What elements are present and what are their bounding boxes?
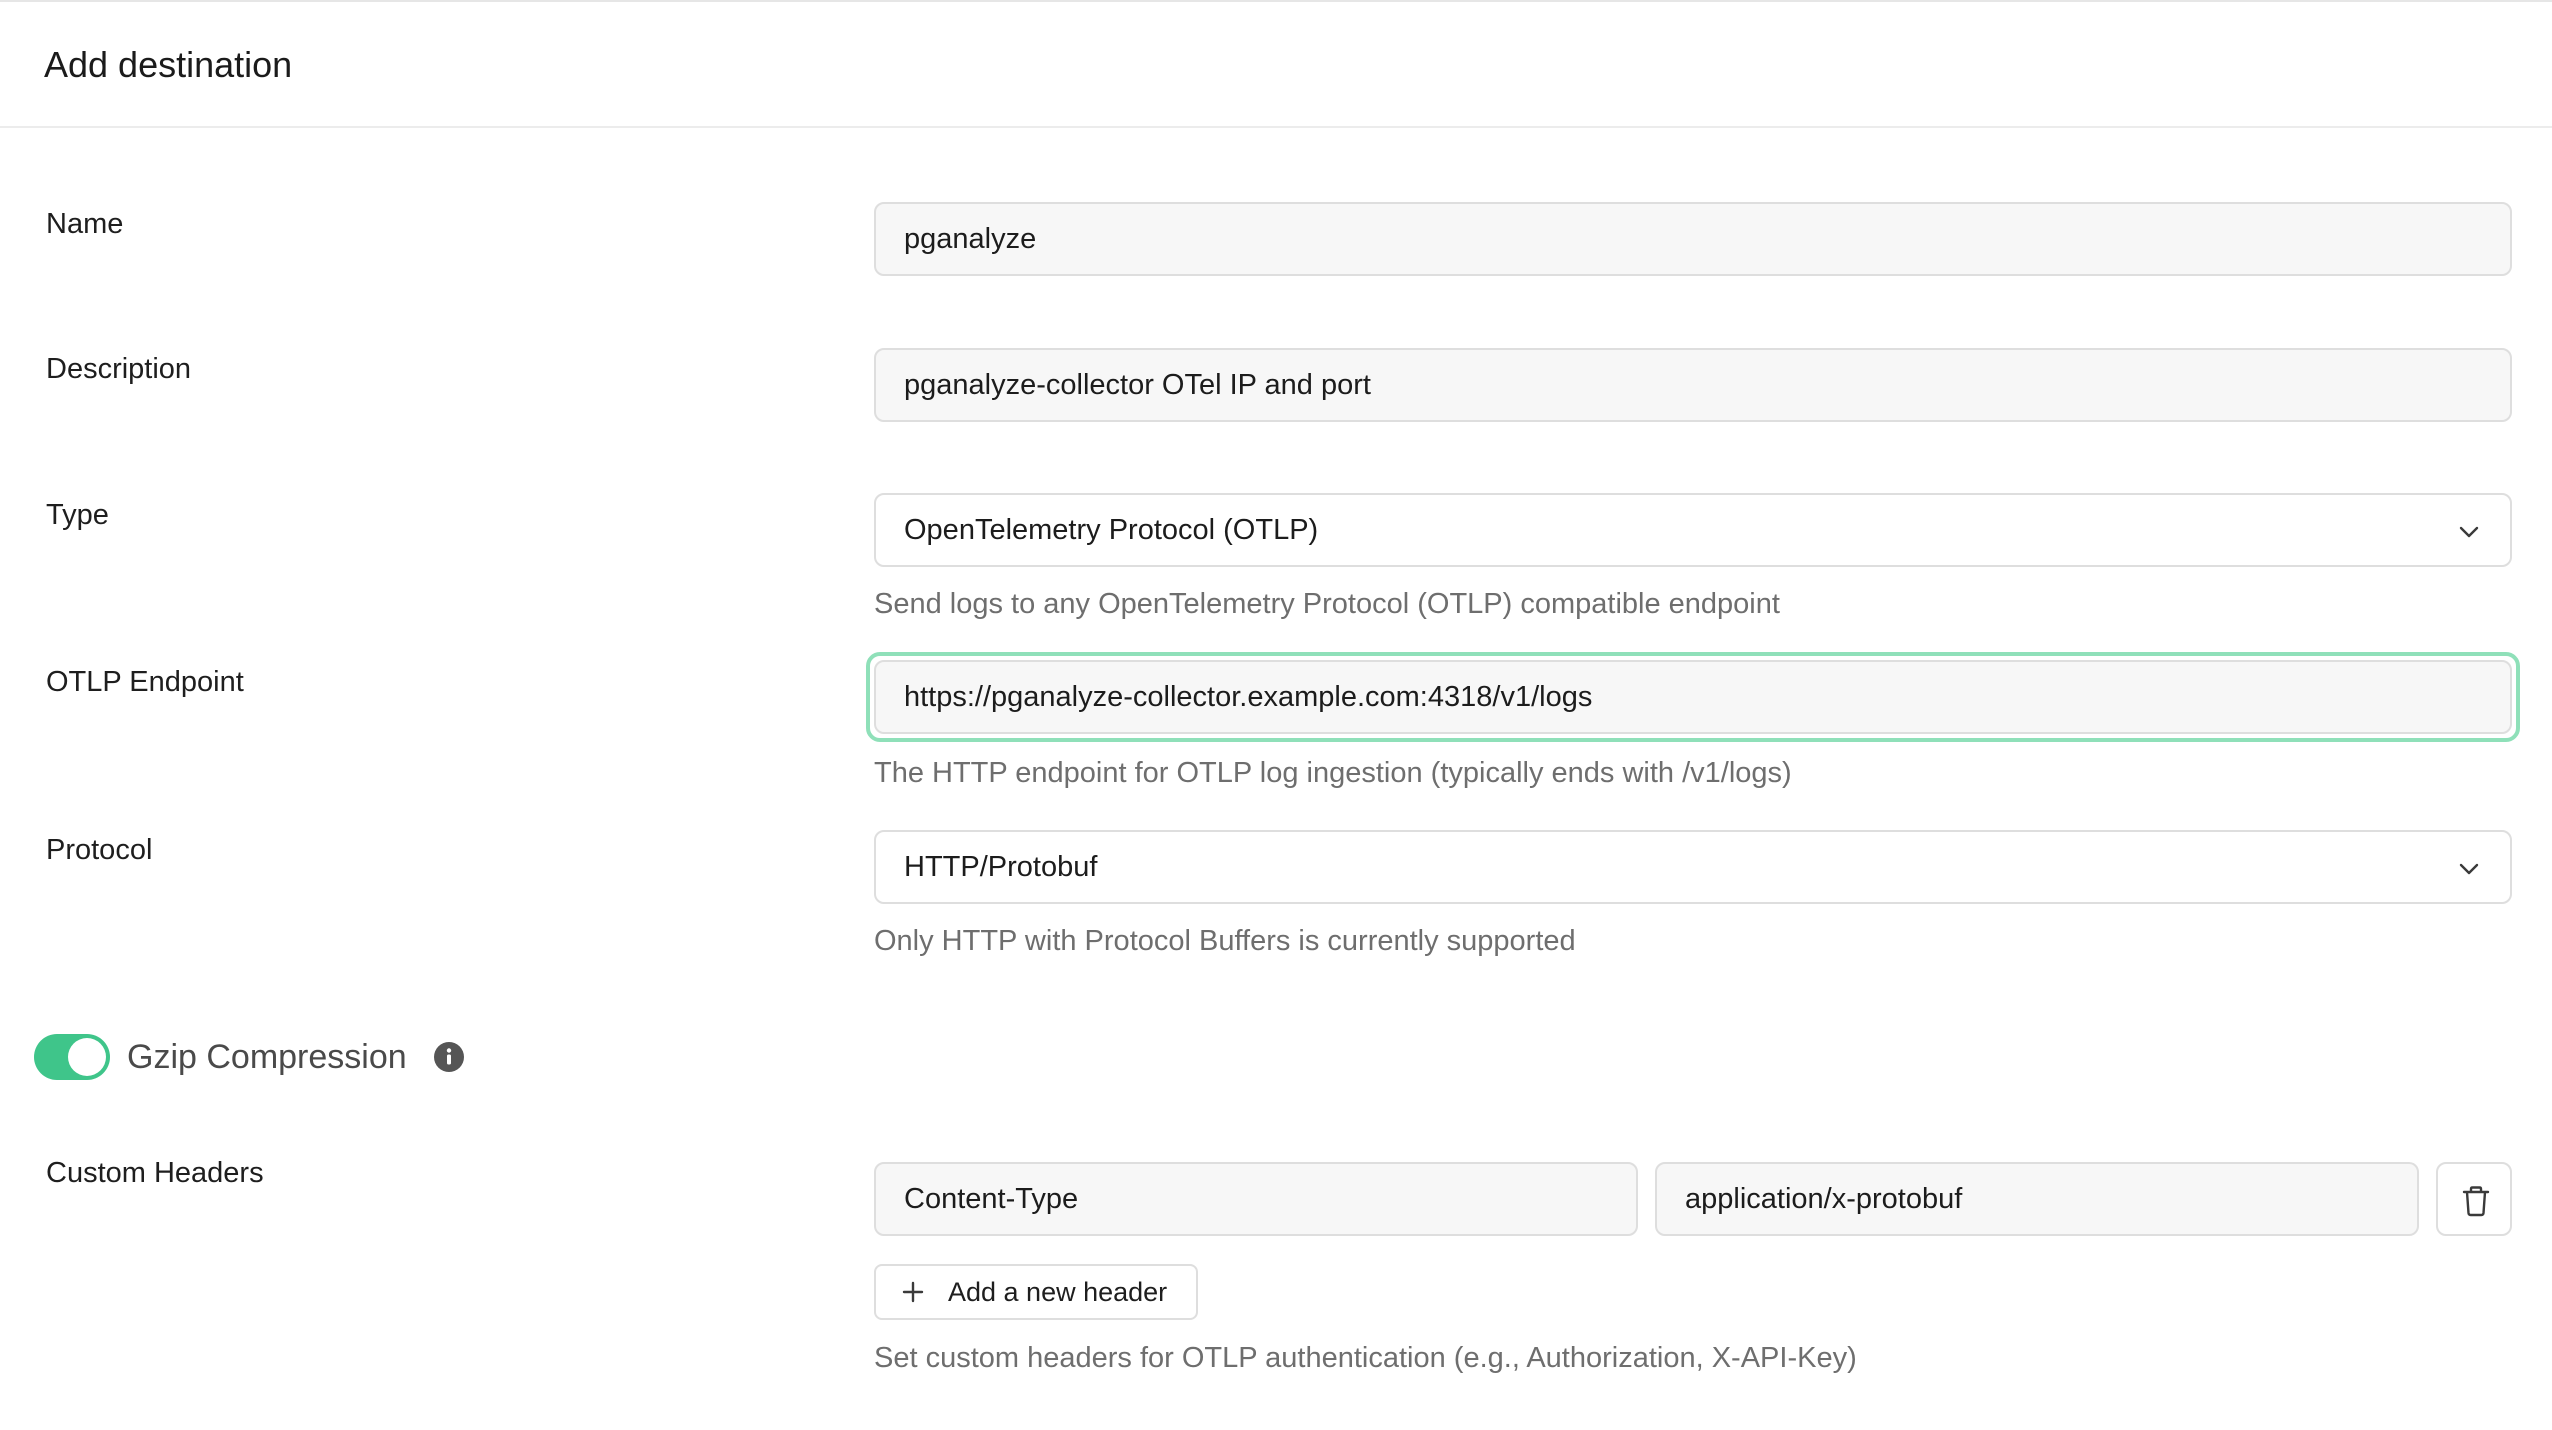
toggle-knob [68,1038,106,1076]
protocol-label: Protocol [46,834,153,866]
type-hint: Send logs to any OpenTelemetry Protocol … [874,588,1780,620]
trash-icon [2462,1186,2490,1217]
delete-header-button[interactable] [2436,1162,2512,1236]
name-input[interactable]: pganalyze [874,202,2512,276]
protocol-select[interactable]: HTTP/Protobuf [874,830,2512,904]
gzip-toggle[interactable] [34,1034,110,1080]
endpoint-input-value: https://pganalyze-collector.example.com:… [904,681,1593,713]
chevron-down-icon [2459,526,2479,538]
protocol-select-value: HTTP/Protobuf [904,851,1098,883]
chevron-down-icon [2459,863,2479,875]
header-key-value: Content-Type [904,1183,1079,1215]
type-select-value: OpenTelemetry Protocol (OTLP) [904,514,1319,546]
page-header: Add destination [0,2,2552,128]
info-icon[interactable] [434,1042,464,1072]
name-label: Name [46,208,124,240]
header-key-input[interactable]: Content-Type [874,1162,1638,1236]
type-select[interactable]: OpenTelemetry Protocol (OTLP) [874,493,2512,567]
endpoint-label: OTLP Endpoint [46,666,244,698]
protocol-hint: Only HTTP with Protocol Buffers is curre… [874,925,1576,957]
type-label: Type [46,499,109,531]
header-value-input[interactable]: application/x-protobuf [1655,1162,2419,1236]
description-input[interactable]: pganalyze-collector OTel IP and port [874,348,2512,422]
custom-headers-label: Custom Headers [46,1157,264,1189]
add-header-label: Add a new header [948,1277,1168,1307]
description-input-value: pganalyze-collector OTel IP and port [904,369,1371,401]
add-destination-page: Add destination Name pganalyze Descripti… [0,0,2552,1430]
endpoint-input[interactable]: https://pganalyze-collector.example.com:… [874,660,2512,734]
plus-icon [902,1281,924,1303]
header-value-value: application/x-protobuf [1685,1183,1963,1215]
description-label: Description [46,353,192,385]
name-input-value: pganalyze [904,223,1037,255]
page-title: Add destination [44,44,293,85]
endpoint-hint: The HTTP endpoint for OTLP log ingestion… [874,757,1792,789]
custom-headers-hint: Set custom headers for OTLP authenticati… [874,1342,1857,1374]
gzip-label: Gzip Compression [127,1038,407,1076]
add-header-button[interactable]: Add a new header [874,1264,1198,1320]
